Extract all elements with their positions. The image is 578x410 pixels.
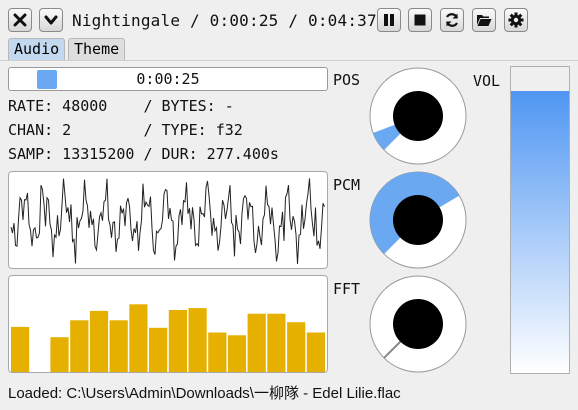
fft-bar bbox=[247, 313, 266, 372]
pcm-knob[interactable] bbox=[367, 169, 469, 271]
knob-center bbox=[393, 195, 443, 245]
open-folder-button[interactable] bbox=[472, 8, 496, 32]
fft-label: FFT bbox=[333, 280, 361, 298]
pause-button[interactable] bbox=[377, 8, 401, 32]
info-rate-bytes: RATE: 48000 / BYTES: - bbox=[8, 97, 234, 115]
stop-button[interactable] bbox=[408, 8, 432, 32]
gear-icon bbox=[508, 12, 524, 28]
fft-bar bbox=[208, 332, 227, 372]
fft-bar bbox=[168, 310, 187, 372]
fft-bar bbox=[227, 335, 247, 372]
pcm-waveform-graph bbox=[10, 178, 325, 265]
fft-bar bbox=[70, 320, 89, 372]
knob-center bbox=[393, 299, 443, 349]
vol-label: VOL bbox=[473, 72, 501, 90]
chevron-down-icon bbox=[44, 15, 58, 25]
fft-bar bbox=[129, 304, 148, 372]
volume-slider[interactable] bbox=[510, 66, 570, 374]
fft-spectrum-graph bbox=[11, 304, 325, 372]
fft-bar bbox=[306, 332, 325, 372]
fft-spectrum bbox=[8, 275, 328, 373]
seek-slider[interactable]: 0:00:25 bbox=[8, 67, 328, 91]
knob-center bbox=[393, 91, 443, 141]
tab-divider bbox=[0, 60, 578, 61]
fft-bar bbox=[50, 337, 69, 372]
fft-knob[interactable] bbox=[367, 273, 469, 375]
seek-time: 0:00:25 bbox=[136, 70, 200, 88]
fft-bar bbox=[188, 308, 207, 372]
fft-bar bbox=[149, 327, 168, 372]
pcm-waveform bbox=[8, 171, 328, 269]
info-chan-type: CHAN: 2 / TYPE: f32 bbox=[8, 121, 243, 139]
close-button[interactable] bbox=[8, 8, 32, 32]
tab-audio[interactable]: Audio bbox=[8, 38, 66, 60]
status-text: Loaded: C:\Users\Admin\Downloads\一柳隊 - E… bbox=[8, 385, 401, 402]
window-title: Nightingale / 0:00:25 / 0:04:37 bbox=[72, 11, 377, 30]
pos-label: POS bbox=[333, 71, 361, 89]
collapse-button[interactable] bbox=[39, 8, 63, 32]
fft-bar bbox=[267, 313, 286, 372]
folder-open-icon bbox=[477, 15, 492, 26]
stop-icon bbox=[414, 14, 426, 26]
info-samp-dur: SAMP: 13315200 / DUR: 277.400s bbox=[8, 145, 279, 163]
pause-icon bbox=[384, 14, 394, 26]
close-icon bbox=[13, 13, 27, 27]
pos-knob[interactable] bbox=[367, 65, 469, 167]
pcm-label: PCM bbox=[333, 176, 361, 194]
fft-bar bbox=[287, 322, 306, 372]
fft-bar bbox=[89, 310, 109, 372]
fft-bar bbox=[109, 320, 128, 372]
settings-button[interactable] bbox=[504, 8, 528, 32]
reload-icon bbox=[445, 13, 459, 27]
fft-bar bbox=[11, 326, 30, 372]
tab-theme[interactable]: Theme bbox=[68, 38, 126, 60]
reload-button[interactable] bbox=[440, 8, 464, 32]
volume-fill bbox=[511, 91, 569, 373]
